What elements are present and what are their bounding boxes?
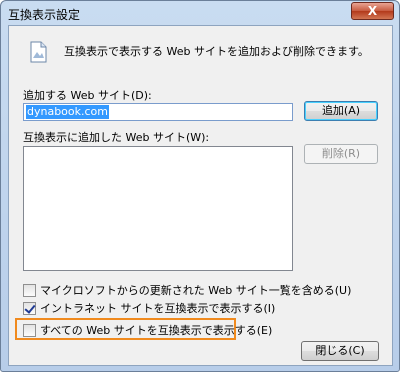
window-close-button[interactable]: X [351,2,394,20]
window-title: 互換表示設定 [8,8,81,22]
title-bar: 互換表示設定 X [1,1,399,25]
include-ms-list-label: マイクロソフトからの更新された Web サイト一覧を含める(U) [40,284,352,297]
include-ms-list-checkbox[interactable] [23,283,36,297]
all-sites-checkbox[interactable] [23,323,36,337]
all-sites-label: すべての Web サイトを互換表示で表示する(E) [40,324,273,337]
intranet-checkbox[interactable] [23,301,36,315]
site-list[interactable] [23,146,293,271]
remove-button[interactable]: 削除(R) [304,144,378,164]
include-ms-list-option[interactable]: マイクロソフトからの更新された Web サイト一覧を含める(U) [23,282,352,297]
dialog-description: 互換表示で表示する Web サイトを追加および削除できます。 [64,45,369,58]
close-button[interactable]: 閉じる(C) [301,341,379,361]
add-site-input-value: dynabook.com [26,105,110,119]
all-sites-option[interactable]: すべての Web サイトを互換表示で表示する(E) [23,322,273,337]
intranet-label: イントラネット サイトを互換表示で表示する(I) [40,302,276,315]
add-site-label: 追加する Web サイト(D): [23,89,152,102]
web-page-icon [30,41,47,63]
site-list-label: 互換表示に追加した Web サイト(W): [23,131,210,144]
intranet-option[interactable]: イントラネット サイトを互換表示で表示する(I) [23,300,276,315]
compatibility-view-settings-dialog: 互換表示設定 X 互換表示で表示する Web サイトを追加および削除できます。 … [0,0,400,372]
add-button[interactable]: 追加(A) [304,101,378,121]
dialog-body: 互換表示で表示する Web サイトを追加および削除できます。 追加する Web … [8,25,393,366]
add-site-input[interactable]: dynabook.com [23,103,293,121]
